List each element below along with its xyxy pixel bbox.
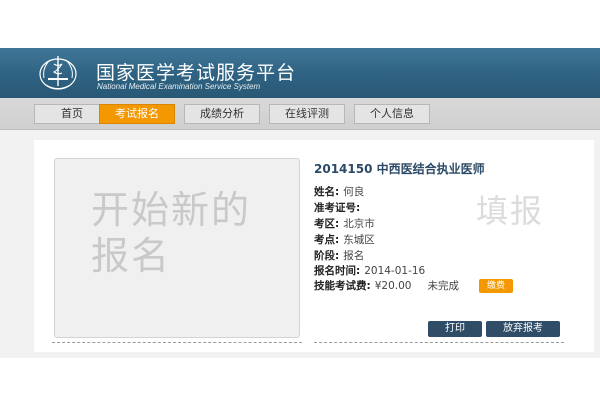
new-registration-panel[interactable]: 开始新的报名 [54,158,300,338]
abandon-registration-button[interactable]: 放弃报考 [486,321,560,337]
field-admission-number: 准考证号: [314,201,364,216]
print-button[interactable]: 打印 [428,321,482,337]
payment-status: 未完成 [427,280,459,292]
field-registration-time: 报名时间: 2014-01-16 [314,264,425,279]
field-value: 何良 [343,186,365,198]
field-exam-site: 考点: 东城区 [314,233,375,248]
field-name: 姓名: 何良 [314,185,364,200]
nav-score-analysis[interactable]: 成绩分析 [184,104,260,124]
nav-exam-registration[interactable]: 考试报名 [99,104,175,124]
emblem-icon [39,56,77,90]
fill-in-watermark: 填报 [476,192,545,230]
pay-button[interactable]: 缴费 [478,279,513,293]
field-value: 东城区 [343,234,375,246]
field-value: 北京市 [343,218,375,230]
nav-online-assessment[interactable]: 在线评测 [269,104,345,124]
site-subtitle: National Medical Examination Service Sys… [97,82,261,91]
top-blank [0,0,600,48]
new-registration-text: 开始新的报名 [91,188,252,278]
field-value: 2014-01-16 [364,265,426,277]
field-stage: 阶段: 报名 [314,249,364,264]
field-label: 姓名: [314,186,340,198]
divider-right [314,342,564,343]
field-label: 阶段: [314,250,340,262]
field-label: 技能考试费: [314,280,371,292]
field-label: 考点: [314,234,340,246]
divider-left [52,342,302,343]
site-header: 国家医学考试服务平台 National Medical Examination … [0,48,600,98]
field-skill-exam-fee: 技能考试费: ¥20.00 未完成 缴费 [314,279,513,294]
site-title: 国家医学考试服务平台 [96,62,297,84]
field-exam-region: 考区: 北京市 [314,217,375,232]
field-value: 报名 [343,250,365,262]
main-nav: 首页 考试报名 成绩分析 在线评测 个人信息 [0,98,600,130]
field-label: 考区: [314,218,340,230]
field-label: 准考证号: [314,202,361,214]
nav-personal-info[interactable]: 个人信息 [354,104,430,124]
exam-title: 2014150 中西医结合执业医师 [314,162,485,176]
fee-amount: ¥20.00 [374,280,412,292]
field-label: 报名时间: [314,265,361,277]
